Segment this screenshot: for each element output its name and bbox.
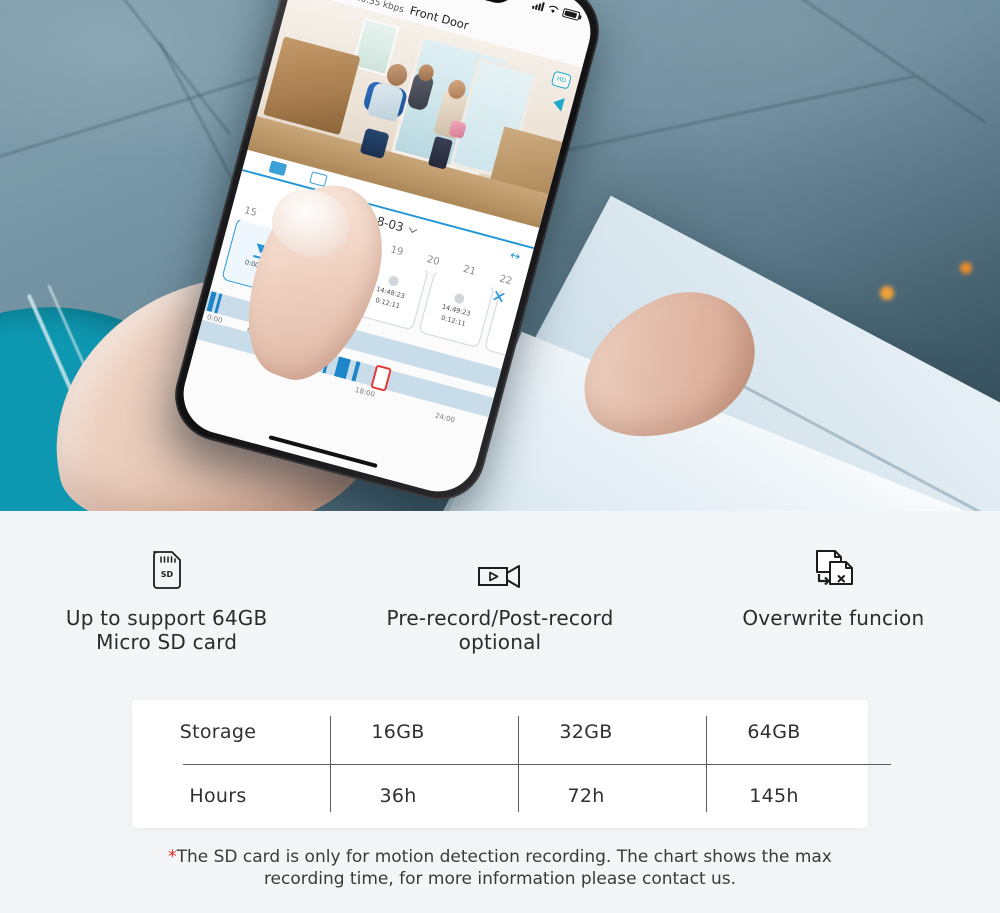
feature-label: Overwrite funcion <box>742 606 924 630</box>
day-item[interactable]: 22 <box>498 273 513 287</box>
day-item[interactable]: 21 <box>462 263 477 277</box>
chevron-down-icon <box>408 224 417 233</box>
feature-prerecord: Pre-record/Post-record optional <box>333 540 666 670</box>
battery-icon <box>561 7 581 21</box>
signal-bars-icon <box>531 0 545 11</box>
table-cell: 145h <box>749 785 799 807</box>
svg-text:SD: SD <box>160 570 173 579</box>
day-item[interactable]: 15 <box>243 205 258 219</box>
calendar-tab-icon[interactable] <box>309 171 328 187</box>
table-cell: 64GB <box>747 721 801 743</box>
table-vertical-divider <box>330 716 331 812</box>
footnote-asterisk: * <box>168 847 177 867</box>
sd-card-icon: SD <box>150 540 184 592</box>
day-item[interactable]: 19 <box>389 244 404 258</box>
video-camera-icon <box>476 540 524 592</box>
timeline-label: 24:00 <box>434 411 456 425</box>
table-cell: 16GB <box>371 721 425 743</box>
motion-icon <box>387 274 400 288</box>
table-cell: 36h <box>379 785 417 807</box>
bokeh-light <box>960 262 972 274</box>
table-vertical-divider <box>706 716 707 812</box>
table-horizontal-divider <box>183 764 891 765</box>
storage-hours-table: Storage 16GB 32GB 64GB Hours 36h 72h 145… <box>132 700 891 828</box>
table-row: Hours 36h 72h 145h <box>132 764 868 828</box>
playback-tab-icon[interactable] <box>268 160 288 177</box>
feature-label-line1: Overwrite funcion <box>742 606 925 630</box>
motion-icon <box>453 292 466 305</box>
feature-label-line2: optional <box>458 630 542 655</box>
feature-overwrite: Overwrite funcion <box>667 540 1000 670</box>
feature-sd-card: SD Up to support 64GB Micro SD card <box>0 540 333 670</box>
footnote-line1: The SD card is only for motion detection… <box>176 847 832 867</box>
table-row-label: Hours <box>189 785 247 807</box>
table-row-label: Storage <box>179 721 257 743</box>
table-cell: 72h <box>567 785 605 807</box>
overwrite-documents-icon <box>810 540 856 592</box>
feature-label: Pre-record/Post-record optional <box>386 606 613 655</box>
bokeh-light <box>880 286 894 300</box>
product-feature-page: 10:00 Live view 210.35 kbps Front Door <box>0 0 1000 913</box>
footnote: *The SD card is only for motion detectio… <box>0 846 1000 891</box>
feature-row: SD Up to support 64GB Micro SD card Pre-… <box>0 540 1000 670</box>
table-row: Storage 16GB 32GB 64GB <box>132 700 868 764</box>
hero-photo: 10:00 Live view 210.35 kbps Front Door <box>0 0 1000 511</box>
day-item[interactable]: 20 <box>426 254 441 268</box>
table-cell: 32GB <box>559 721 613 743</box>
feature-label-line1: Up to support 64GB <box>65 606 268 630</box>
wifi-icon <box>548 5 559 13</box>
footnote-line2: recording time, for more information ple… <box>263 869 737 890</box>
feature-label: Up to support 64GB Micro SD card <box>66 606 268 655</box>
table-vertical-divider <box>518 716 519 812</box>
feature-label-line1: Pre-record/Post-record <box>386 606 614 630</box>
feature-label-line2: Micro SD card <box>96 630 238 655</box>
